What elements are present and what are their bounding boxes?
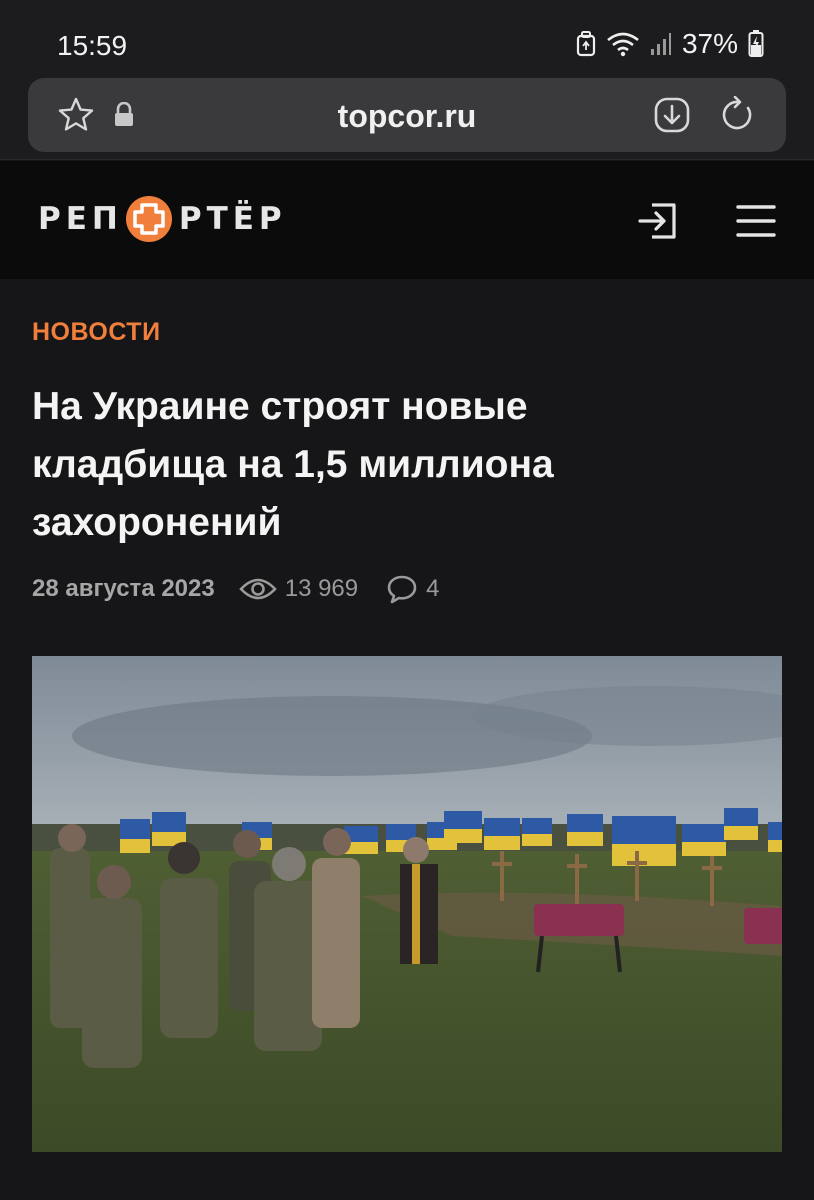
article-category[interactable]: НОВОСТИ [32, 318, 161, 347]
site-logo[interactable]: РЕП РТЁР [38, 195, 287, 243]
battery-percent: 37% [681, 28, 738, 59]
download-icon[interactable] [652, 95, 692, 135]
browser-toolbar: topcor.ru [0, 78, 814, 160]
logo-text-left: РЕП [38, 201, 123, 237]
status-bar: 15:59 37% [0, 0, 814, 78]
comments-value: 4 [426, 575, 440, 602]
article-date: 28 августа 2023 [32, 575, 215, 602]
article-meta: 28 августа 2023 13 969 4 [32, 572, 439, 606]
status-icons: 37% [576, 28, 764, 60]
headline-line: захоронений [32, 501, 282, 544]
reload-icon[interactable] [718, 95, 758, 135]
address-bar[interactable]: topcor.ru [28, 78, 786, 152]
views-value: 13 969 [284, 575, 359, 602]
article-image[interactable] [32, 656, 782, 1152]
headline-line: На Украине строят новые [32, 385, 528, 428]
comments-count[interactable]: 4 [386, 574, 439, 604]
logo-text-right: РТЁР [178, 201, 287, 237]
cemetery-photo [32, 656, 782, 1152]
recycle-bin-icon [576, 31, 596, 57]
comment-icon [387, 575, 417, 604]
site-header: РЕП РТЁР [0, 161, 814, 279]
status-time: 15:59 [57, 30, 128, 61]
signal-icon [650, 33, 671, 55]
eye-icon [238, 578, 277, 600]
battery-icon [748, 30, 764, 57]
menu-icon[interactable] [732, 197, 780, 245]
logo-mark-icon [125, 196, 172, 242]
login-icon[interactable] [634, 197, 682, 245]
headline-line: кладбища на 1,5 миллиона [32, 443, 554, 486]
wifi-icon [607, 32, 639, 57]
article-headline: На Украине строят новые кладбища на 1,5 … [32, 378, 732, 552]
views-count: 13 969 [238, 575, 359, 603]
